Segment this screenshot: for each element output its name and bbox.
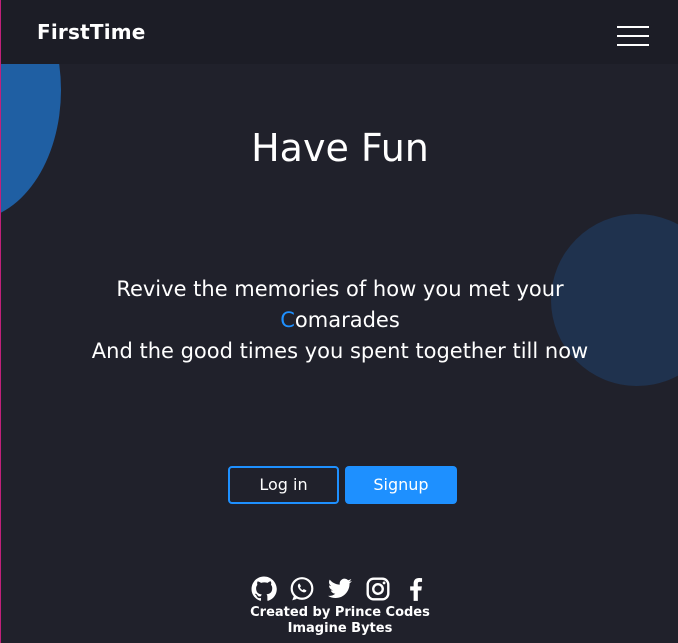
- login-button[interactable]: Log in: [228, 466, 339, 504]
- twitter-icon[interactable]: [327, 576, 353, 602]
- instagram-icon[interactable]: [365, 576, 391, 602]
- tagline-word: omarades: [294, 308, 400, 332]
- hero-tagline: Revive the memories of how you met your …: [1, 274, 678, 367]
- whatsapp-icon[interactable]: [289, 576, 315, 602]
- brand-logo[interactable]: FirstTime: [37, 20, 146, 44]
- tagline-line-2: Comarades: [1, 305, 678, 336]
- social-links: [1, 576, 678, 602]
- signup-button[interactable]: Signup: [345, 466, 457, 504]
- tagline-accent-letter: C: [280, 308, 295, 332]
- page: FirstTime Have Fun Revive the memories o…: [0, 0, 678, 643]
- hamburger-menu-icon[interactable]: [617, 26, 649, 48]
- hero-title: Have Fun: [251, 126, 429, 170]
- credit-org: Imagine Bytes: [287, 621, 393, 636]
- credit-author: Created by Prince Codes: [250, 605, 430, 620]
- navbar: FirstTime: [1, 0, 678, 64]
- github-icon[interactable]: [251, 576, 277, 602]
- facebook-icon[interactable]: [403, 576, 429, 602]
- tagline-line-1: Revive the memories of how you met your: [116, 277, 564, 301]
- tagline-line-3: And the good times you spent together ti…: [91, 339, 589, 363]
- footer-credits: Created by Prince Codes Imagine Bytes: [1, 605, 678, 637]
